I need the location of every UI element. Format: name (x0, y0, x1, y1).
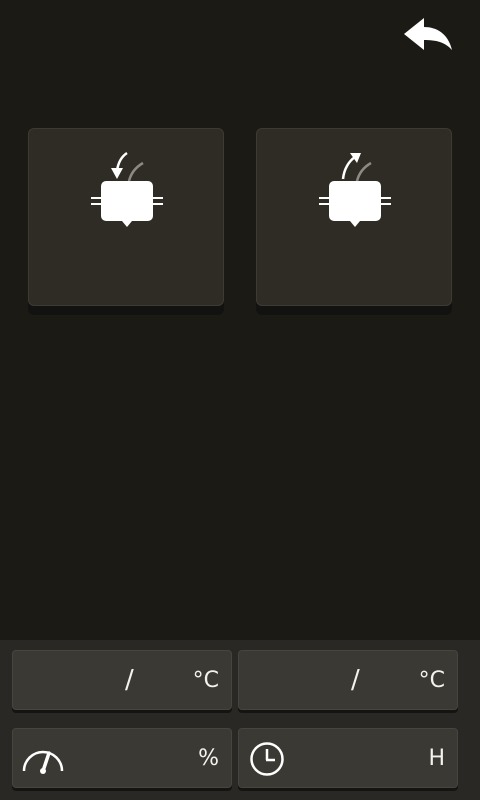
inflow-mode-tile[interactable] (28, 128, 224, 306)
gauge-icon (21, 741, 65, 777)
speed-unit: % (198, 746, 219, 771)
timer-unit: H (428, 746, 445, 771)
clock-icon (247, 741, 291, 777)
device-inflow-arrow-icon (87, 149, 167, 229)
temperature-separator: / (125, 665, 134, 695)
temperature-field-left[interactable]: / °C (12, 650, 232, 710)
outflow-mode-tile[interactable] (256, 128, 452, 306)
device-outflow-arrow-icon (315, 149, 395, 229)
temperature-unit: °C (192, 668, 219, 693)
temperature-field-right[interactable]: / °C (238, 650, 458, 710)
timer-field[interactable]: H (238, 728, 458, 788)
speed-field[interactable]: % (12, 728, 232, 788)
temperature-separator: / (351, 665, 360, 695)
temperature-unit: °C (418, 668, 445, 693)
back-arrow-icon (404, 18, 452, 50)
back-button[interactable] (400, 12, 456, 56)
